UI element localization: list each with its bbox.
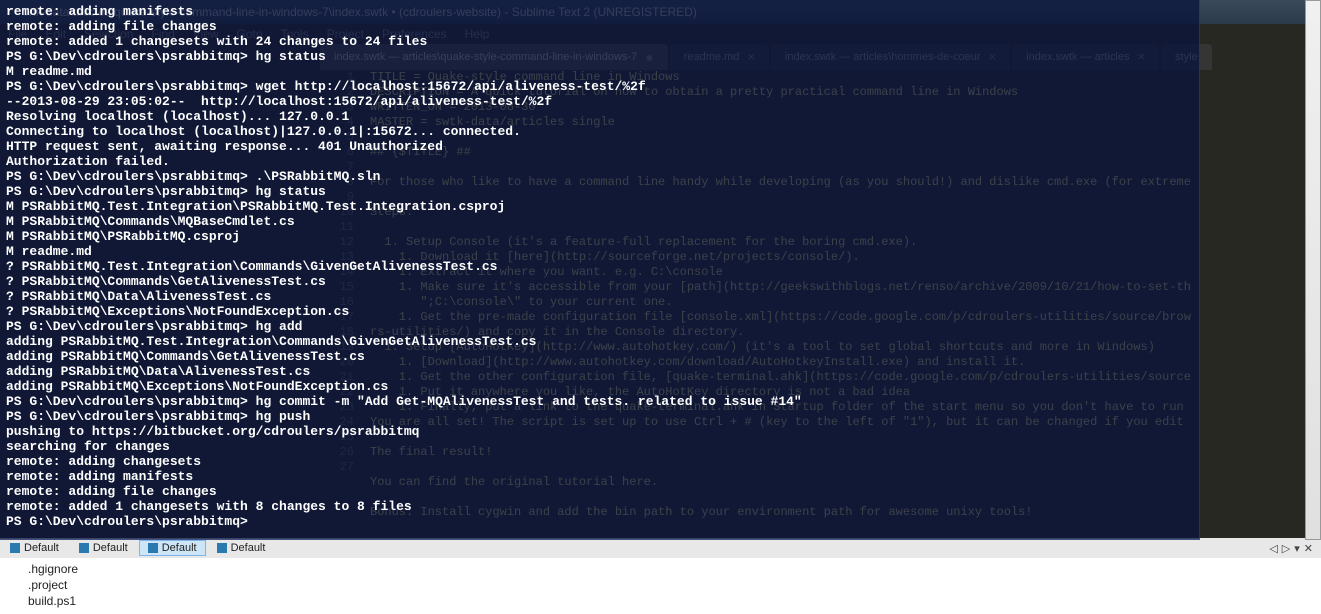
console-tab-label: Default (162, 542, 197, 554)
console-tab[interactable]: Default (139, 540, 206, 556)
console-tab[interactable]: Default (1, 540, 68, 556)
console-tab-label: Default (93, 542, 128, 554)
file-item[interactable]: .project (28, 577, 1321, 593)
console-tab[interactable]: Default (70, 540, 137, 556)
file-item[interactable]: build.ps1 (28, 593, 1321, 609)
tab-menu-icon[interactable]: ▾ (1294, 542, 1300, 555)
console-tab-label: Default (24, 542, 59, 554)
prev-tab-icon[interactable]: ◁ (1269, 542, 1277, 555)
file-item[interactable]: .hgignore (28, 561, 1321, 577)
console-tab-controls: ◁ ▷ ▾ ✕ (1269, 542, 1313, 555)
folder-list: .hgignore.projectbuild.ps1 (0, 558, 1321, 614)
powershell-icon (217, 543, 227, 553)
vertical-scrollbar[interactable] (1305, 0, 1321, 540)
console-tab[interactable]: Default (208, 540, 275, 556)
powershell-icon (148, 543, 158, 553)
close-tab-icon[interactable]: ✕ (1304, 542, 1313, 555)
minimap[interactable] (1195, 70, 1305, 538)
console-tab-label: Default (231, 542, 266, 554)
next-tab-icon[interactable]: ▷ (1282, 542, 1290, 555)
console-tab-strip: Default Default Default Default ◁ ▷ ▾ ✕ (0, 538, 1321, 558)
powershell-icon (79, 543, 89, 553)
quake-terminal[interactable]: remote: adding manifests remote: adding … (0, 0, 1200, 540)
powershell-icon (10, 543, 20, 553)
